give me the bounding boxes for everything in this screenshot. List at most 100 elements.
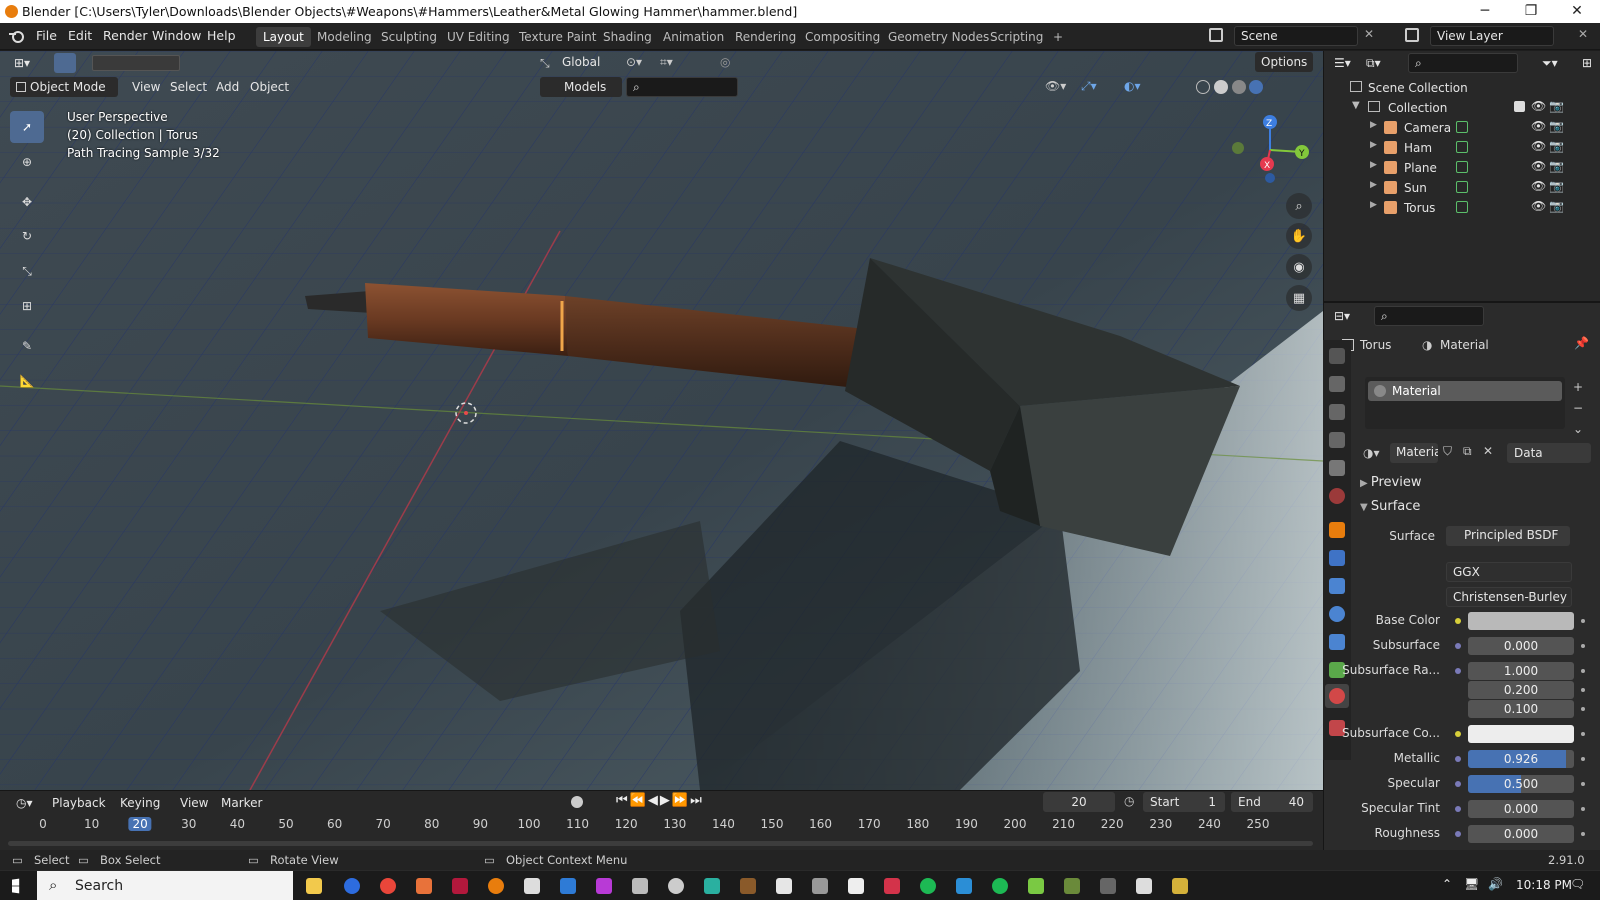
frame-tick[interactable]: 80 <box>424 817 439 831</box>
metallic-slider[interactable]: 0.926 <box>1468 750 1574 768</box>
keyframe-dot-icon[interactable] <box>1581 707 1585 711</box>
app-icon-15[interactable] <box>812 878 828 894</box>
app-icon-16[interactable] <box>848 878 864 894</box>
properties-search-input[interactable]: ⌕ <box>1374 306 1484 326</box>
view-layer-close-icon[interactable]: ✕ <box>1578 27 1588 41</box>
scale-tool[interactable]: ⤡ <box>10 255 44 287</box>
add-menu[interactable]: Add <box>210 77 245 97</box>
keyframe-dot-icon[interactable] <box>1581 732 1585 736</box>
tray-chevron-icon[interactable]: ⌃ <box>1442 877 1452 891</box>
app-icon-18[interactable] <box>920 878 936 894</box>
move-tool[interactable]: ✥ <box>10 186 44 218</box>
3d-viewport[interactable] <box>0 51 1323 790</box>
render-camera-icon[interactable]: 📷 <box>1549 119 1564 133</box>
tab-modifiers-icon[interactable] <box>1329 550 1345 566</box>
scene-selector[interactable]: Scene <box>1234 26 1358 46</box>
app-icon-17[interactable] <box>884 878 900 894</box>
keyframe-dot-icon[interactable] <box>1581 782 1585 786</box>
socket-dot-icon[interactable] <box>1455 781 1461 787</box>
remove-slot-button[interactable]: − <box>1573 401 1583 415</box>
app-icon-24[interactable] <box>1136 878 1152 894</box>
tab-scripting[interactable]: Scripting <box>983 27 1050 47</box>
eye-icon[interactable]: 👁 <box>1531 179 1546 193</box>
perspective-toggle-button[interactable]: ▦ <box>1286 285 1312 311</box>
material-browse-icon[interactable]: ◑▾ <box>1363 446 1380 460</box>
slot-specials-icon[interactable]: ⌄ <box>1573 422 1583 436</box>
mode-dropdown[interactable]: Object Mode <box>10 77 118 97</box>
expand-arrow-icon[interactable]: ▶ <box>1370 200 1377 210</box>
frame-tick[interactable]: 230 <box>1149 817 1172 831</box>
menu-render[interactable]: Render <box>103 28 148 43</box>
network-icon[interactable]: 🖥 <box>1464 877 1479 891</box>
frame-tick[interactable]: 130 <box>663 817 686 831</box>
socket-dot-icon[interactable] <box>1455 731 1461 737</box>
camera-view-button[interactable]: ◉ <box>1286 254 1312 280</box>
annotate-tool[interactable]: ✎ <box>10 330 44 362</box>
eye-icon[interactable]: 👁 <box>1531 139 1546 153</box>
camera-data-icon[interactable] <box>1456 121 1468 133</box>
socket-dot-icon[interactable] <box>1455 756 1461 762</box>
display-mode-icon[interactable]: ⧉▾ <box>1360 53 1387 73</box>
mesh-data-icon[interactable] <box>1456 141 1468 153</box>
frame-tick[interactable]: 10 <box>84 817 99 831</box>
app-icon-19[interactable] <box>956 878 972 894</box>
frame-tick[interactable]: 60 <box>327 817 342 831</box>
keyframe-dot-icon[interactable] <box>1581 807 1585 811</box>
tab-particles-icon[interactable] <box>1329 578 1345 594</box>
app-icon-4[interactable] <box>416 878 432 894</box>
material-field-value[interactable]: 0.000 <box>1468 825 1574 843</box>
close-button[interactable]: ✕ <box>1554 0 1600 23</box>
visibility-icon[interactable]: 👁▾ <box>1045 79 1066 93</box>
frame-tick[interactable]: 0 <box>39 817 47 831</box>
render-camera-icon[interactable]: 📷 <box>1549 139 1564 153</box>
notification-icon[interactable]: 🗨 <box>1570 877 1585 891</box>
orientation-dropdown[interactable]: Global <box>556 52 606 72</box>
view-menu[interactable]: View <box>126 77 166 97</box>
app-icon-13[interactable] <box>740 878 756 894</box>
collection-checkbox[interactable] <box>1514 101 1525 112</box>
expand-arrow-icon[interactable]: ▶ <box>1370 140 1377 150</box>
link-dropdown[interactable]: Data <box>1507 443 1591 463</box>
tab-world-icon[interactable] <box>1329 488 1345 504</box>
properties-editor-type-icon[interactable]: ⊟▾ <box>1328 306 1356 326</box>
fake-user-shield-icon[interactable]: ⛉ <box>1443 444 1452 459</box>
tab-geometry-nodes[interactable]: Geometry Nodes <box>881 27 996 47</box>
overlay-toggle-icon[interactable]: ◐▾ <box>1124 79 1141 93</box>
outliner-search-input[interactable]: ⌕ <box>1408 53 1518 73</box>
minimize-button[interactable]: ─ <box>1462 0 1508 23</box>
frame-tick[interactable]: 40 <box>230 817 245 831</box>
expand-arrow-icon[interactable]: ▶ <box>1370 180 1377 190</box>
tab-modeling[interactable]: Modeling <box>310 27 379 47</box>
select-menu[interactable]: Select <box>164 77 213 97</box>
render-camera-icon[interactable]: 📷 <box>1549 199 1564 213</box>
socket-dot-icon[interactable] <box>1455 618 1461 624</box>
keyframe-dot-icon[interactable] <box>1581 832 1585 836</box>
tab-animation[interactable]: Animation <box>656 27 731 47</box>
surface-panel-header[interactable]: ▼ Surface <box>1360 499 1420 514</box>
zoom-view-button[interactable]: ⌕ <box>1286 193 1312 219</box>
messenger-icon[interactable] <box>344 878 360 894</box>
frame-tick[interactable]: 120 <box>615 817 638 831</box>
collection-row[interactable]: ▼ Collection 👁 📷 <box>1324 98 1600 118</box>
measure-tool[interactable]: 📐 <box>10 365 44 397</box>
eye-icon[interactable]: 👁 <box>1531 99 1546 113</box>
keyframe-dot-icon[interactable] <box>1581 757 1585 761</box>
app-icon-5[interactable] <box>452 878 468 894</box>
unity-icon[interactable] <box>524 878 540 894</box>
outliner-item[interactable]: ▶ Sun 👁 📷 <box>1324 178 1600 198</box>
frame-tick[interactable]: 90 <box>473 817 488 831</box>
outliner-item[interactable]: ▶ Ham 👁 📷 <box>1324 138 1600 158</box>
app-icon-25[interactable] <box>1172 878 1188 894</box>
mesh-data-icon[interactable] <box>1456 201 1468 213</box>
selection-mode-icons[interactable] <box>92 55 180 71</box>
render-camera-icon[interactable]: 📷 <box>1549 99 1564 113</box>
select-box-tool[interactable]: ➚ <box>10 111 44 143</box>
tab-object-icon[interactable] <box>1329 522 1345 538</box>
filter-icon[interactable]: ⏷▾ <box>1536 53 1564 73</box>
material-field-value[interactable]: 0.000 <box>1468 637 1574 655</box>
blender-taskbar-icon[interactable] <box>488 878 504 894</box>
tab-tool-icon[interactable] <box>1329 348 1345 364</box>
app-icon-12[interactable] <box>704 878 720 894</box>
distribution-dropdown[interactable]: GGX <box>1446 562 1572 582</box>
frame-tick[interactable]: 180 <box>906 817 929 831</box>
